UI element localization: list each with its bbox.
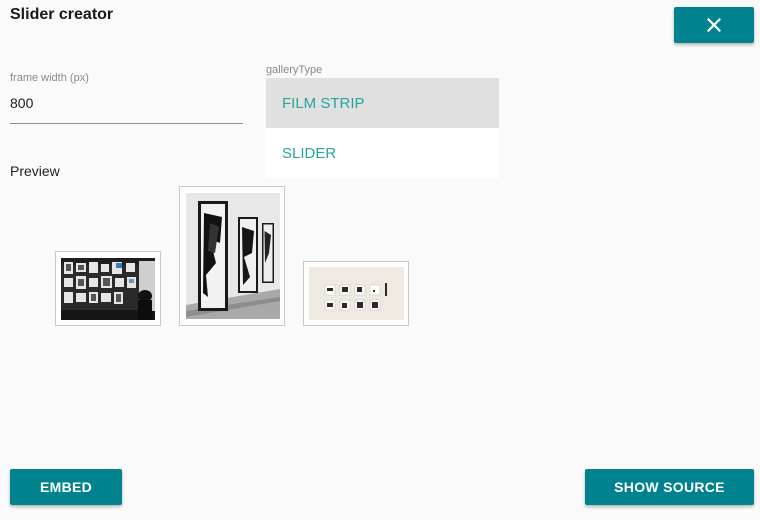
preview-label: Preview	[10, 163, 60, 179]
frame-width-input[interactable]	[10, 92, 243, 114]
page-title: Slider creator	[10, 6, 114, 23]
gallery-wall-image	[61, 258, 155, 320]
show-source-button[interactable]: SHOW SOURCE	[585, 469, 754, 505]
close-button[interactable]	[674, 7, 754, 43]
close-icon	[707, 18, 721, 32]
gallery-hallway-image	[186, 193, 280, 319]
frame-width-field: frame width (px)	[10, 70, 243, 124]
white-wall-prints-image	[309, 267, 404, 320]
gallery-type-option-film-strip[interactable]: FILM STRIP	[266, 78, 499, 128]
frame-width-label: frame width (px)	[10, 72, 89, 84]
frame-width-underline	[10, 123, 243, 124]
preview-thumbnail-3[interactable]	[303, 261, 409, 326]
preview-thumbnail-1[interactable]	[55, 251, 161, 326]
embed-button[interactable]: EMBED	[10, 469, 122, 505]
preview-thumbnail-2[interactable]	[179, 186, 285, 326]
gallery-type-label: galleryType	[266, 64, 323, 76]
gallery-type-option-slider[interactable]: SLIDER	[266, 128, 499, 178]
